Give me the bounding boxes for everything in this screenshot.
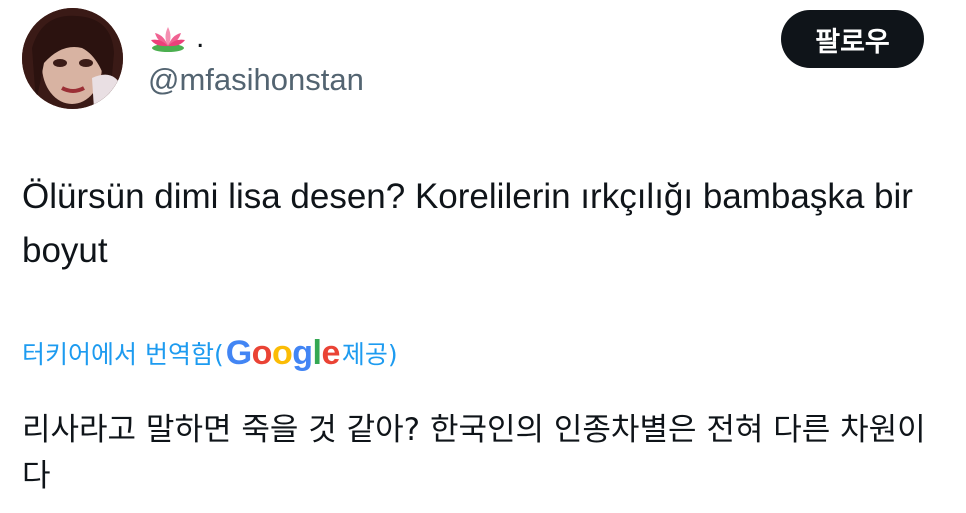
user-handle[interactable]: @mfasihonstan xyxy=(148,60,364,100)
translation-attribution[interactable]: 터키어에서 번역함( Google 제공) xyxy=(22,333,398,373)
follow-button[interactable]: 팔로우 xyxy=(781,10,924,68)
translated-text: 리사라고 말하면 죽을 것 같아? 한국인의 인종차별은 전혀 다른 차원이다 xyxy=(22,412,926,494)
display-name-text: . xyxy=(196,21,205,54)
google-logo: Google xyxy=(225,334,341,372)
translation-prefix: 터키어에서 번역함( xyxy=(22,340,224,369)
tweet-text: Ölürsün dimi lisa desen? Korelilerin ırk… xyxy=(22,177,913,270)
avatar[interactable] xyxy=(22,8,123,109)
display-name[interactable]: . xyxy=(148,18,204,58)
translation-suffix: 제공) xyxy=(341,340,398,369)
lotus-icon xyxy=(148,23,188,53)
